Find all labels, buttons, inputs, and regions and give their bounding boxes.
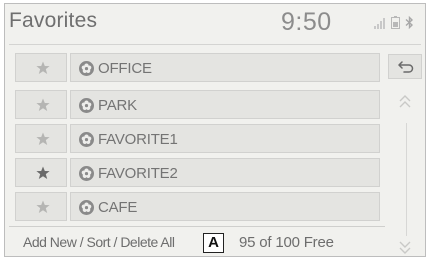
star-button[interactable] <box>15 192 67 221</box>
star-icon <box>36 132 50 145</box>
star-icon <box>36 200 50 213</box>
favorite-name: PARK <box>98 97 137 114</box>
list-item: FAVORITE2 <box>15 158 380 187</box>
double-chevron-up-icon <box>399 95 411 108</box>
favorite-button-favorite1[interactable]: FAVORITE1 <box>70 124 380 153</box>
battery-icon <box>391 16 400 34</box>
favorite-flower-icon <box>79 98 94 113</box>
list-item: PARK <box>15 90 380 119</box>
bluetooth-icon <box>405 15 414 34</box>
favorite-name: OFFICE <box>98 60 152 77</box>
star-icon <box>36 98 50 111</box>
favorite-button-favorite2[interactable]: FAVORITE2 <box>70 158 380 187</box>
header-divider <box>9 44 421 45</box>
star-button[interactable] <box>15 158 67 187</box>
favorite-flower-icon <box>79 132 94 147</box>
list-item: FAVORITE1 <box>15 124 380 153</box>
star-button[interactable] <box>15 124 67 153</box>
list-item: CAFE <box>15 192 380 221</box>
favorite-flower-icon <box>79 61 94 76</box>
star-button[interactable] <box>15 53 67 82</box>
favorite-name: FAVORITE1 <box>98 131 178 148</box>
header-bar: Favorites 9:50 <box>5 4 425 42</box>
favorite-name: FAVORITE2 <box>98 165 178 182</box>
scrollbar-track[interactable] <box>406 123 407 236</box>
scroll-up-button[interactable] <box>396 91 414 113</box>
favorite-flower-icon <box>79 200 94 215</box>
callout-label: A <box>203 233 224 253</box>
signal-icon <box>374 16 386 34</box>
favorite-flower-icon <box>79 166 94 181</box>
favorite-name: CAFE <box>98 199 138 216</box>
list-item: OFFICE <box>15 53 380 82</box>
scroll-down-button[interactable] <box>396 238 414 256</box>
footer-divider <box>9 226 385 227</box>
favorites-screen: Favorites 9:50 OFFICE PARK FAVORITE1 FAV… <box>4 3 426 257</box>
favorite-button-cafe[interactable]: CAFE <box>70 192 380 221</box>
favorite-button-park[interactable]: PARK <box>70 90 380 119</box>
page-title: Favorites <box>9 9 98 32</box>
star-button[interactable] <box>15 90 67 119</box>
add-sort-delete-button[interactable]: Add New / Sort / Delete All <box>23 234 175 250</box>
star-icon <box>36 166 50 179</box>
favorite-button-office[interactable]: OFFICE <box>70 53 380 82</box>
clock: 9:50 <box>281 8 332 36</box>
star-icon <box>36 61 50 74</box>
back-button[interactable] <box>388 54 422 79</box>
double-chevron-down-icon <box>399 241 411 254</box>
free-slots-count: 95 of 100 Free <box>239 234 334 251</box>
back-arrow-icon <box>398 61 414 73</box>
